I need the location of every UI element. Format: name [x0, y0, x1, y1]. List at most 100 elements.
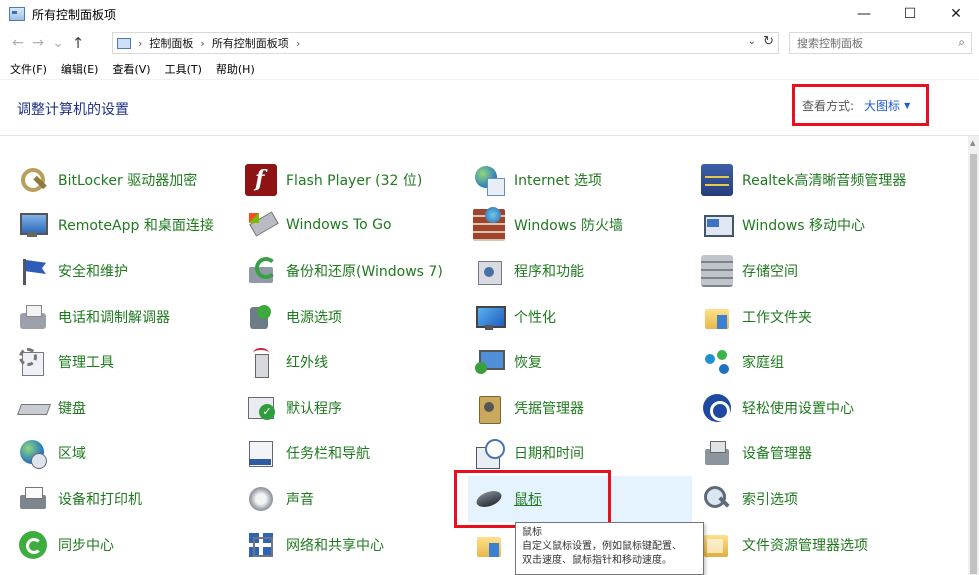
scroll-thumb[interactable] — [970, 154, 977, 574]
vertical-scrollbar[interactable]: ▲ — [968, 136, 979, 575]
device-manager-icon — [701, 437, 733, 469]
menu-bar: 文件(F) 编辑(E) 查看(V) 工具(T) 帮助(H) — [0, 58, 979, 80]
address-bar[interactable]: › 控制面板 › 所有控制面板项 › ⌄ ↻ — [112, 32, 779, 54]
view-by-dropdown[interactable]: 大图标 — [864, 97, 900, 114]
item-personalization[interactable]: 个性化 — [473, 300, 556, 334]
item-device-manager[interactable]: 设备管理器 — [701, 436, 812, 470]
item-admin-tools[interactable]: 管理工具 — [17, 345, 114, 379]
item-taskbar-navigation[interactable]: 任务栏和导航 — [245, 436, 370, 470]
item-indexing-options[interactable]: 索引选项 — [701, 482, 798, 516]
breadcrumb-control-panel[interactable]: 控制面板 — [149, 35, 193, 51]
item-label: 个性化 — [514, 310, 556, 326]
item-default-programs[interactable]: 默认程序 — [245, 391, 342, 425]
item-label: 鼠标 — [514, 492, 542, 508]
item-work-folders[interactable]: 工作文件夹 — [701, 300, 812, 334]
windows-to-go-icon — [245, 209, 277, 241]
remoteapp-icon — [17, 209, 49, 241]
item-ease-of-access[interactable]: 轻松使用设置中心 — [701, 391, 854, 425]
item-label: Windows To Go — [286, 217, 392, 233]
item-label: 默认程序 — [286, 401, 342, 417]
date-time-icon — [473, 437, 505, 469]
item-homegroup[interactable]: 家庭组 — [701, 345, 784, 379]
item-recovery[interactable]: 恢复 — [473, 345, 542, 379]
refresh-icon[interactable]: ↻ — [763, 34, 774, 49]
dropdown-arrow-icon[interactable]: ▼ — [904, 101, 910, 110]
item-label: 网络和共享中心 — [286, 538, 384, 554]
item-label: 恢复 — [514, 355, 542, 371]
menu-edit[interactable]: 编辑(E) — [54, 61, 106, 77]
homegroup-icon — [701, 346, 733, 378]
search-input[interactable]: 搜索控制面板 ⌕ — [789, 32, 972, 54]
item-label: 家庭组 — [742, 355, 784, 371]
item-phone-modem[interactable]: 电话和调制解调器 — [17, 300, 170, 334]
item-security-maintenance[interactable]: 安全和维护 — [17, 254, 128, 288]
item-windows-to-go[interactable]: Windows To Go — [245, 208, 392, 242]
address-dropdown-icon[interactable]: ⌄ — [748, 36, 756, 47]
breadcrumb-separator[interactable]: › — [200, 37, 204, 50]
item-storage-spaces[interactable]: 存储空间 — [701, 254, 798, 288]
tooltip-line: 双击速度、鼠标指针和移动速度。 — [522, 555, 672, 566]
title-bar: 所有控制面板项 — ☐ ✕ — [0, 0, 979, 28]
item-mouse[interactable]: 鼠标 — [468, 476, 692, 522]
item-network-sharing[interactable]: 网络和共享中心 — [245, 528, 384, 562]
address-toolbar: ← → ⌄ ↑ › 控制面板 › 所有控制面板项 › ⌄ ↻ 搜索控制面板 ⌕ — [0, 28, 979, 58]
menu-tools[interactable]: 工具(T) — [158, 61, 209, 77]
item-firewall[interactable]: Windows 防火墙 — [473, 207, 623, 242]
item-label: 轻松使用设置中心 — [742, 401, 854, 417]
item-label: RemoteApp 和桌面连接 — [58, 218, 214, 234]
view-by-selector: 查看方式: 大图标 ▼ — [792, 84, 929, 126]
mouse-icon — [473, 483, 505, 515]
menu-view[interactable]: 查看(V) — [105, 61, 157, 77]
breadcrumb-separator[interactable]: › — [296, 37, 300, 50]
close-button[interactable]: ✕ — [933, 0, 979, 28]
breadcrumb-separator[interactable]: › — [138, 37, 142, 50]
recent-locations-button[interactable]: ⌄ — [48, 35, 68, 51]
personalization-icon — [473, 301, 506, 333]
item-explorer-options[interactable]: 文件资源管理器选项 — [701, 528, 868, 562]
item-date-time[interactable]: 日期和时间 — [473, 436, 584, 470]
keyboard-icon — [17, 392, 49, 424]
search-icon[interactable]: ⌕ — [958, 35, 965, 50]
minimize-button[interactable]: — — [841, 0, 887, 28]
back-button[interactable]: ← — [8, 35, 28, 51]
item-keyboard[interactable]: 键盘 — [17, 391, 86, 425]
item-mobility-center[interactable]: Windows 移动中心 — [701, 208, 865, 242]
item-backup-restore[interactable]: 备份和还原(Windows 7) — [245, 254, 443, 288]
sync-center-icon — [17, 529, 49, 561]
menu-help[interactable]: 帮助(H) — [209, 61, 262, 77]
item-power-options[interactable]: 电源选项 — [245, 300, 342, 334]
item-bitlocker[interactable]: BitLocker 驱动器加密 — [17, 163, 197, 197]
up-button[interactable]: ↑ — [68, 34, 88, 52]
item-label: 电话和调制解调器 — [58, 310, 170, 326]
item-sync-center[interactable]: 同步中心 — [17, 528, 114, 562]
flash-player-icon — [245, 164, 277, 196]
menu-file[interactable]: 文件(F) — [0, 61, 54, 77]
item-label: 安全和维护 — [58, 264, 128, 280]
item-label: Internet 选项 — [514, 173, 603, 189]
item-label: 凭据管理器 — [514, 401, 584, 417]
item-region[interactable]: 区域 — [17, 436, 86, 470]
item-infrared[interactable]: 红外线 — [245, 345, 328, 379]
item-remoteapp[interactable]: RemoteApp 和桌面连接 — [17, 208, 214, 242]
maximize-button[interactable]: ☐ — [887, 0, 933, 28]
breadcrumb-all-items[interactable]: 所有控制面板项 — [212, 35, 289, 51]
item-devices-printers[interactable]: 设备和打印机 — [17, 482, 142, 516]
scroll-up-icon[interactable]: ▲ — [970, 139, 975, 147]
work-folders-icon — [701, 301, 733, 333]
item-flash-player[interactable]: Flash Player (32 位) — [245, 163, 422, 197]
item-sound[interactable]: 声音 — [245, 482, 314, 516]
item-file-history[interactable] — [473, 528, 514, 562]
forward-button[interactable]: → — [28, 35, 48, 51]
item-internet-options[interactable]: Internet 选项 — [473, 163, 602, 197]
item-realtek-audio[interactable]: Realtek高清晰音频管理器 — [701, 163, 906, 197]
item-label: 任务栏和导航 — [286, 446, 370, 462]
credential-manager-icon — [473, 392, 505, 424]
explorer-options-icon — [701, 529, 733, 561]
devices-printers-icon — [17, 483, 49, 515]
item-label: 键盘 — [58, 401, 86, 417]
item-credential-manager[interactable]: 凭据管理器 — [473, 391, 584, 425]
taskbar-navigation-icon — [245, 437, 277, 469]
item-label: 日期和时间 — [514, 446, 584, 462]
page-title: 调整计算机的设置 — [17, 102, 129, 118]
item-programs-features[interactable]: 程序和功能 — [473, 254, 584, 288]
